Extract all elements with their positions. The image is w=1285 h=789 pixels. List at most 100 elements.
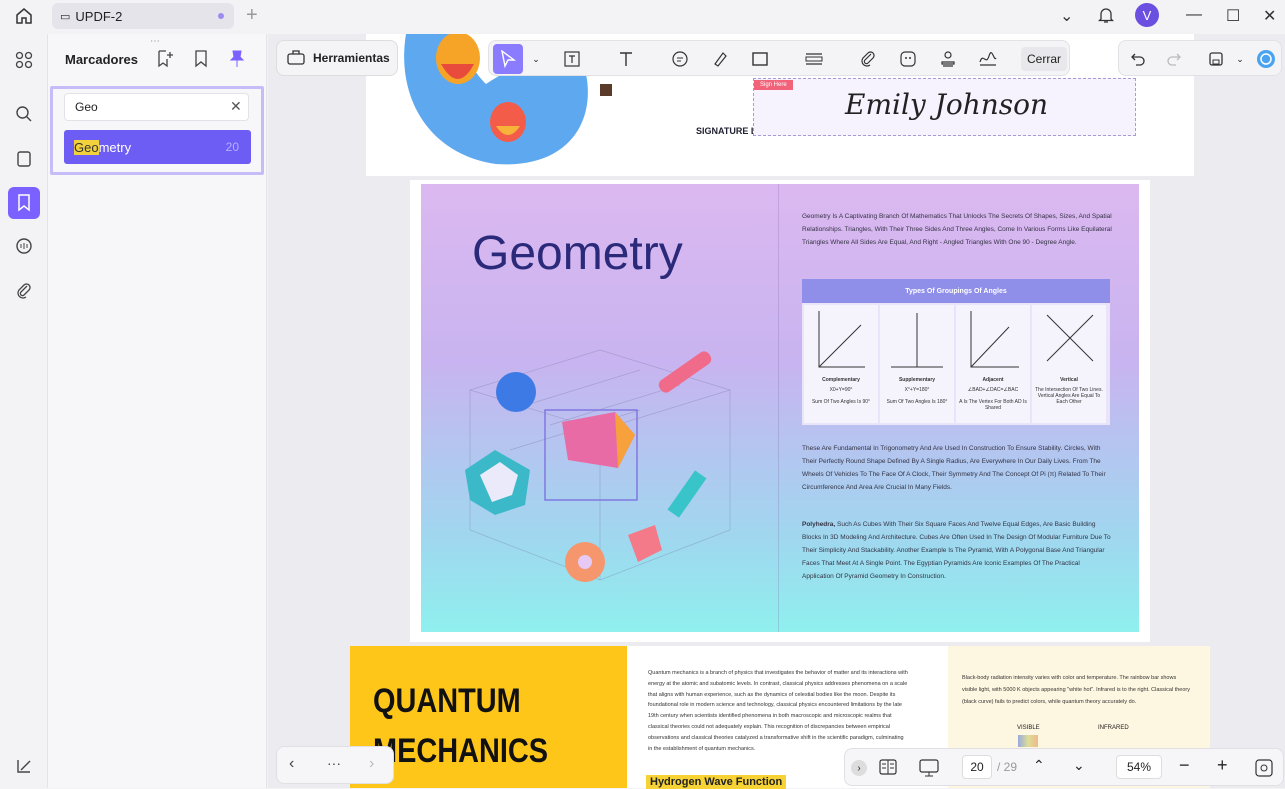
- search-icon[interactable]: [12, 102, 36, 126]
- select-tool-icon[interactable]: [493, 44, 523, 74]
- angle-formula: X°+Y=180°: [904, 387, 930, 393]
- angle-name: Complementary: [822, 377, 860, 383]
- add-bookmark-icon[interactable]: [155, 49, 175, 69]
- visible-label: VISIBLE: [1017, 725, 1040, 731]
- geometry-title: Geometry: [472, 227, 683, 280]
- new-tab-icon[interactable]: +: [246, 5, 258, 25]
- drag-handle-icon[interactable]: ⋯: [150, 36, 160, 47]
- signature-text: Emily Johnson: [845, 88, 1049, 121]
- angle-name: Supplementary: [898, 377, 936, 383]
- undo-icon[interactable]: [1127, 48, 1149, 70]
- page-layout-icon[interactable]: [879, 759, 897, 780]
- stamp-icon[interactable]: [937, 48, 959, 70]
- polyhedra-bold: Polyhedra,: [802, 521, 836, 528]
- chevron-down-icon[interactable]: ⌄: [1060, 6, 1073, 26]
- close-toolbar-button[interactable]: Cerrar: [1021, 47, 1067, 71]
- minimize-icon[interactable]: —: [1186, 6, 1202, 24]
- annotation-toolbar: ⌄ Cerrar: [488, 40, 1070, 76]
- quantum-title-line2: MECHANICS: [373, 732, 549, 770]
- angle-formula: ∠BAD+∠DAC=∠BAC: [967, 387, 1019, 393]
- prev-page-icon[interactable]: ‹: [289, 755, 294, 773]
- layers-icon[interactable]: [12, 754, 36, 778]
- pin-icon[interactable]: [227, 49, 247, 69]
- angle-table-title: Types Of Groupings Of Angles: [802, 279, 1110, 303]
- more-button[interactable]: ···: [327, 755, 341, 771]
- geometry-para2: These Are Fundamental In Trigonometry An…: [802, 445, 1106, 491]
- angle-cell: Vertical The Intersection Of Two Lines. …: [1032, 305, 1106, 423]
- quantum-title: QUANTUM MECHANICS: [373, 676, 548, 776]
- angle-desc: Sum Of Two Angles Is 180°: [886, 399, 948, 405]
- fit-screen-icon[interactable]: [1255, 759, 1273, 782]
- page-number-input[interactable]: 20: [962, 755, 992, 779]
- history-toolbar: ⌄: [1118, 40, 1282, 76]
- chevron-down-icon[interactable]: ⌄: [1229, 48, 1251, 70]
- thumbnails-icon[interactable]: [12, 48, 36, 72]
- bookmark-result-item[interactable]: Geo metry 20: [64, 130, 251, 164]
- angle-name: Adjacent: [982, 377, 1004, 383]
- zoom-level[interactable]: 54%: [1116, 755, 1162, 779]
- presentation-icon[interactable]: [919, 759, 939, 782]
- zoom-out-icon[interactable]: −: [1179, 755, 1190, 776]
- signature-icon[interactable]: [977, 48, 999, 70]
- text-tool-icon[interactable]: [615, 48, 637, 70]
- angle-desc: A Is The Vertex For Both AD Is Shared: [959, 399, 1027, 411]
- comments-icon[interactable]: [12, 234, 36, 258]
- unsaved-dot: [218, 13, 224, 19]
- angle-desc: The Intersection Of Two Lines. Vertical …: [1035, 387, 1103, 405]
- highlighter-icon[interactable]: [709, 48, 731, 70]
- home-icon[interactable]: [12, 5, 36, 27]
- bookmark-search-input[interactable]: Geo: [64, 93, 249, 121]
- expand-icon[interactable]: ›: [851, 760, 867, 776]
- maximize-icon[interactable]: ☐: [1226, 6, 1240, 26]
- page-nav-left: ‹ ··· ›: [276, 746, 394, 784]
- document-tab[interactable]: ▭ UPDF-2: [52, 3, 234, 29]
- bookmark-outline-icon[interactable]: [191, 49, 211, 69]
- bookmarks-panel: Marcadores ⋯ Geo ✕ Geo metry 20: [48, 34, 267, 788]
- paperclip-icon[interactable]: [857, 48, 879, 70]
- next-page-icon[interactable]: ›: [369, 755, 374, 773]
- angle-cell: Adjacent ∠BAD+∠DAC=∠BAC A Is The Vertex …: [956, 305, 1030, 423]
- geometry-illustration: [465, 349, 732, 582]
- ai-assistant-icon[interactable]: [1255, 48, 1277, 70]
- toolbox-icon: [287, 49, 305, 68]
- title-bar: ▭ UPDF-2 + ⌄ V — ☐ ✕: [0, 0, 1285, 34]
- spectrum-bar: [1018, 735, 1038, 747]
- bell-icon[interactable]: [1097, 6, 1115, 29]
- angle-cell: Supplementary X°+Y=180° Sum Of Two Angle…: [880, 305, 954, 423]
- redo-icon[interactable]: [1163, 48, 1185, 70]
- rectangle-icon[interactable]: [749, 48, 771, 70]
- result-label-rest: metry: [98, 139, 132, 155]
- page-down-icon[interactable]: ⌄: [1073, 757, 1085, 774]
- page-up-icon[interactable]: ⌃: [1033, 757, 1045, 774]
- stamp-area-icon[interactable]: [803, 48, 825, 70]
- bookmark-icon[interactable]: [8, 187, 40, 219]
- quantum-text: Quantum mechanics is a branch of physics…: [648, 670, 908, 752]
- tools-button[interactable]: Herramientas: [276, 40, 398, 76]
- chevron-down-icon[interactable]: ⌄: [525, 48, 547, 70]
- clear-search-icon[interactable]: ✕: [230, 98, 242, 115]
- text-box-icon[interactable]: [561, 48, 583, 70]
- infrared-label: INFRARED: [1098, 725, 1129, 731]
- quantum-title-line1: QUANTUM: [373, 682, 521, 720]
- comment-icon[interactable]: [669, 48, 691, 70]
- panel-title: Marcadores: [65, 52, 138, 67]
- tools-label: Herramientas: [313, 51, 390, 65]
- pages-icon[interactable]: [12, 147, 36, 171]
- angle-formula: X0+Y=90°: [829, 387, 853, 393]
- angle-desc: Sum Of Two Angles Is 90°: [811, 399, 871, 405]
- sticker-icon[interactable]: [897, 48, 919, 70]
- zoom-in-icon[interactable]: +: [1217, 755, 1228, 776]
- result-page-number: 20: [225, 140, 239, 154]
- avatar[interactable]: V: [1135, 3, 1159, 27]
- sign-here-tag: Sign Here: [754, 80, 793, 90]
- polyhedra-text: Such As Cubes With Their Six Square Face…: [802, 521, 1111, 580]
- left-rail: [0, 34, 48, 788]
- close-icon[interactable]: ✕: [1263, 6, 1276, 26]
- angle-cell: Complementary X0+Y=90° Sum Of Two Angles…: [804, 305, 878, 423]
- tab-title: UPDF-2: [75, 8, 123, 24]
- signature-label: SIGNATURE L: [696, 126, 757, 136]
- blackbody-text: Black-body radiation intensity varies wi…: [962, 675, 1190, 705]
- attachment-icon[interactable]: [12, 279, 36, 303]
- page-spine: [778, 184, 779, 632]
- save-icon[interactable]: [1205, 48, 1227, 70]
